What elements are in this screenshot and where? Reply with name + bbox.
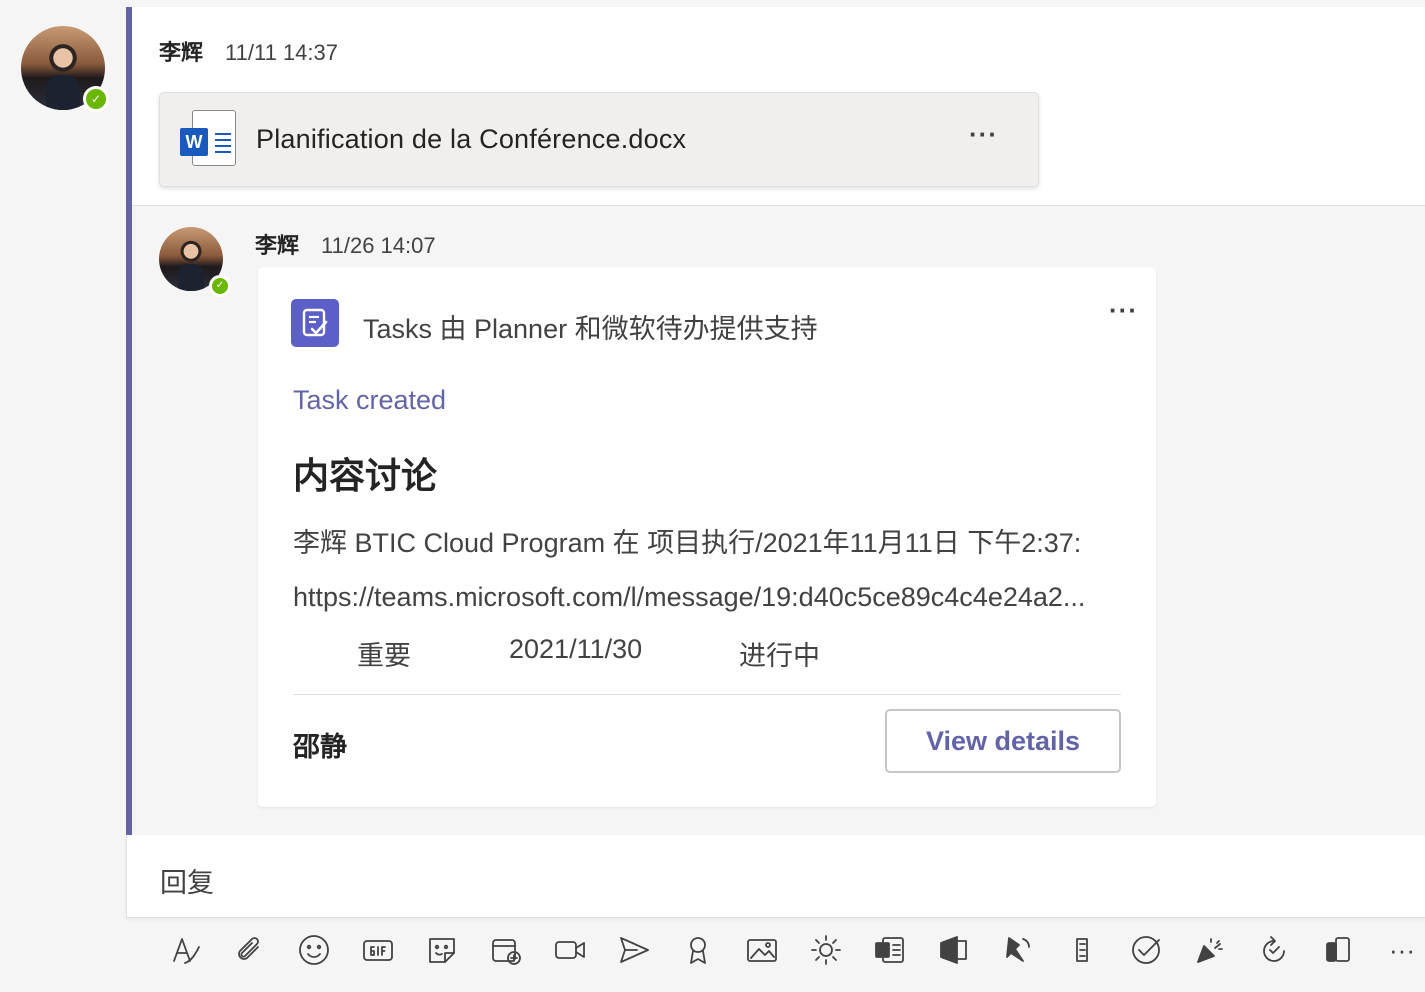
presence-available-icon: ✓ bbox=[83, 86, 109, 112]
task-title: 内容讨论 bbox=[293, 455, 438, 496]
sender-avatar[interactable]: ✓ bbox=[21, 26, 109, 112]
ok-icon[interactable] bbox=[1306, 928, 1370, 972]
forms-icon[interactable] bbox=[858, 928, 922, 972]
evernote-icon[interactable] bbox=[1050, 928, 1114, 972]
schedule-meeting-icon[interactable] bbox=[474, 928, 538, 972]
task-due-date: 2021/11/30 bbox=[509, 634, 643, 664]
image-icon[interactable] bbox=[730, 928, 794, 972]
task-priority: 重要 bbox=[357, 641, 411, 671]
file-more-options-icon[interactable]: ··· bbox=[969, 119, 998, 150]
video-icon[interactable] bbox=[538, 928, 602, 972]
word-file-icon: W bbox=[180, 109, 238, 170]
card-more-options-icon[interactable]: ··· bbox=[1109, 295, 1138, 326]
approvals-icon[interactable] bbox=[1114, 928, 1178, 972]
task-description: 李辉 BTIC Cloud Program 在 项目执行/2021年11月11日… bbox=[293, 528, 1082, 558]
task-progress: 进行中 bbox=[739, 641, 820, 671]
file-name[interactable]: Planification de la Conférence.docx bbox=[256, 124, 686, 155]
brightness-icon[interactable] bbox=[794, 928, 858, 972]
card-divider bbox=[293, 694, 1121, 695]
message-header: 李辉 11/11 14:37 bbox=[159, 35, 338, 67]
message-thread: 李辉 11/11 14:37 W Planification de la Con… bbox=[126, 7, 1425, 835]
app-title: Tasks 由 Planner 和微软待办提供支持 bbox=[363, 314, 818, 344]
task-status-label: Task created bbox=[293, 385, 447, 415]
loop-icon[interactable] bbox=[1242, 928, 1306, 972]
celebrate-icon[interactable] bbox=[1178, 928, 1242, 972]
message-header: 李辉 11/26 14:07 bbox=[255, 228, 436, 260]
author-name[interactable]: 李辉 bbox=[159, 35, 203, 67]
gif-icon[interactable] bbox=[346, 928, 410, 972]
emoji-icon[interactable] bbox=[282, 928, 346, 972]
file-attachment-card[interactable]: W Planification de la Conférence.docx ··… bbox=[159, 92, 1039, 187]
task-assignee: 邵静 bbox=[293, 732, 347, 762]
attach-icon[interactable] bbox=[218, 928, 282, 972]
message: ✓ 李辉 11/26 14:07 Tasks 由 Planner 和微软待办提供… bbox=[132, 205, 1425, 835]
reply-box[interactable]: 回复 bbox=[126, 835, 1425, 918]
praise-icon[interactable] bbox=[666, 928, 730, 972]
planner-icon bbox=[291, 299, 339, 347]
message-timestamp: 11/11 14:37 bbox=[225, 40, 338, 65]
message-timestamp: 11/26 14:07 bbox=[321, 233, 436, 258]
author-name[interactable]: 李辉 bbox=[255, 228, 299, 260]
task-link[interactable]: https://teams.microsoft.com/l/message/19… bbox=[293, 582, 1113, 613]
stream-icon[interactable] bbox=[922, 928, 986, 972]
reply-input[interactable]: 回复 bbox=[160, 861, 214, 900]
format-icon[interactable] bbox=[154, 928, 218, 972]
more-icon[interactable]: ··· bbox=[1370, 928, 1425, 972]
send-icon[interactable] bbox=[602, 928, 666, 972]
sender-avatar[interactable]: ✓ bbox=[159, 227, 231, 297]
planner-task-card: Tasks 由 Planner 和微软待办提供支持 ··· Task creat… bbox=[258, 267, 1156, 807]
compose-toolbar: ··· bbox=[154, 928, 1425, 972]
task-meta: 重要 2021/11/30 进行中 bbox=[357, 634, 820, 673]
view-details-button[interactable]: View details bbox=[885, 709, 1121, 773]
sticker-icon[interactable] bbox=[410, 928, 474, 972]
presence-available-icon: ✓ bbox=[209, 275, 231, 297]
message: 李辉 11/11 14:37 W Planification de la Con… bbox=[132, 7, 1425, 205]
broadcast-icon[interactable] bbox=[986, 928, 1050, 972]
